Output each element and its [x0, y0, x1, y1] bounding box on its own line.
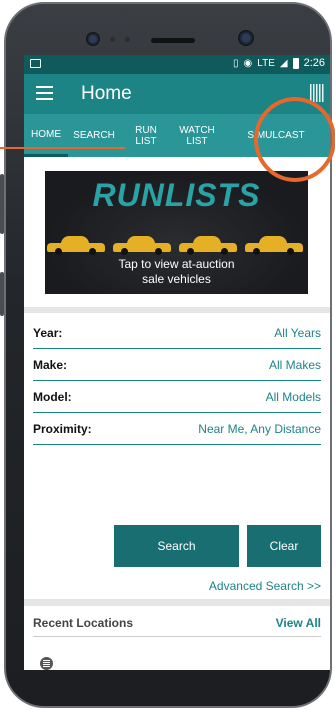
section-divider: [24, 307, 330, 313]
proximity-value: Near Me, Any Distance: [198, 421, 321, 436]
proximity-field[interactable]: Proximity: Near Me, Any Distance: [33, 413, 321, 445]
advanced-search-link[interactable]: Advanced Search >>: [209, 579, 321, 593]
calendar-icon: [40, 657, 53, 670]
barcode-icon[interactable]: [310, 84, 324, 102]
network-type: LTE: [257, 57, 275, 69]
model-field[interactable]: Model: All Models: [33, 381, 321, 413]
tab-home[interactable]: HOME: [24, 114, 68, 157]
banner-subtitle-line2: sale vehicles: [142, 272, 211, 286]
model-value: All Models: [265, 389, 321, 404]
sensor-dot: [110, 37, 115, 42]
recent-locations-title: Recent Locations: [33, 615, 134, 630]
cars-illustration: [45, 235, 308, 259]
search-button[interactable]: Search: [114, 525, 239, 567]
alarm-icon: ◉: [243, 57, 253, 69]
year-label: Year:: [33, 325, 63, 340]
status-time: 2:26: [303, 57, 325, 69]
make-field[interactable]: Make: All Makes: [33, 349, 321, 381]
volume-button: [0, 174, 4, 234]
status-bar: ▯ ◉ LTE ◢ 2:26: [24, 55, 330, 74]
clear-button[interactable]: Clear: [247, 525, 321, 567]
runlists-banner[interactable]: RUNLISTS Tap to view at-auction sale veh…: [45, 171, 308, 294]
proximity-label: Proximity:: [33, 421, 92, 436]
year-field[interactable]: Year: All Years: [33, 317, 321, 349]
banner-title: RUNLISTS: [92, 177, 261, 213]
search-form: Year: All Years Make: All Makes Model: A…: [33, 317, 321, 593]
section-divider: [24, 599, 330, 606]
form-buttons: Search Clear: [33, 525, 321, 569]
page-title: Home: [81, 83, 132, 104]
year-value: All Years: [274, 325, 321, 340]
gallery-notification-icon: [30, 59, 41, 68]
annotation-highlight-circle: [254, 97, 335, 182]
make-label: Make:: [33, 357, 68, 372]
menu-icon[interactable]: [36, 86, 53, 100]
front-camera-icon: [238, 30, 254, 46]
tab-search[interactable]: SEARCH: [68, 114, 120, 157]
view-all-link[interactable]: View All: [276, 616, 321, 630]
tab-watch-list[interactable]: WATCH LIST: [172, 114, 222, 157]
banner-subtitle: Tap to view at-auction sale vehicles: [45, 257, 308, 287]
sensor-dot: [125, 37, 130, 42]
main-content: RUNLISTS Tap to view at-auction sale veh…: [24, 157, 330, 670]
vibrate-icon: ▯: [233, 57, 239, 69]
power-button: [0, 272, 4, 316]
battery-icon: [292, 57, 299, 69]
model-label: Model:: [33, 389, 72, 404]
front-camera-icon: [86, 32, 100, 46]
recent-locations-header: Recent Locations View All: [33, 609, 321, 637]
banner-subtitle-line1: Tap to view at-auction: [118, 257, 235, 271]
tab-run-list[interactable]: RUN LIST: [120, 114, 172, 157]
signal-icon: ◢: [279, 57, 288, 69]
earpiece: [151, 38, 195, 43]
annotation-pointer-line: [0, 147, 125, 149]
make-value: All Makes: [268, 357, 321, 372]
